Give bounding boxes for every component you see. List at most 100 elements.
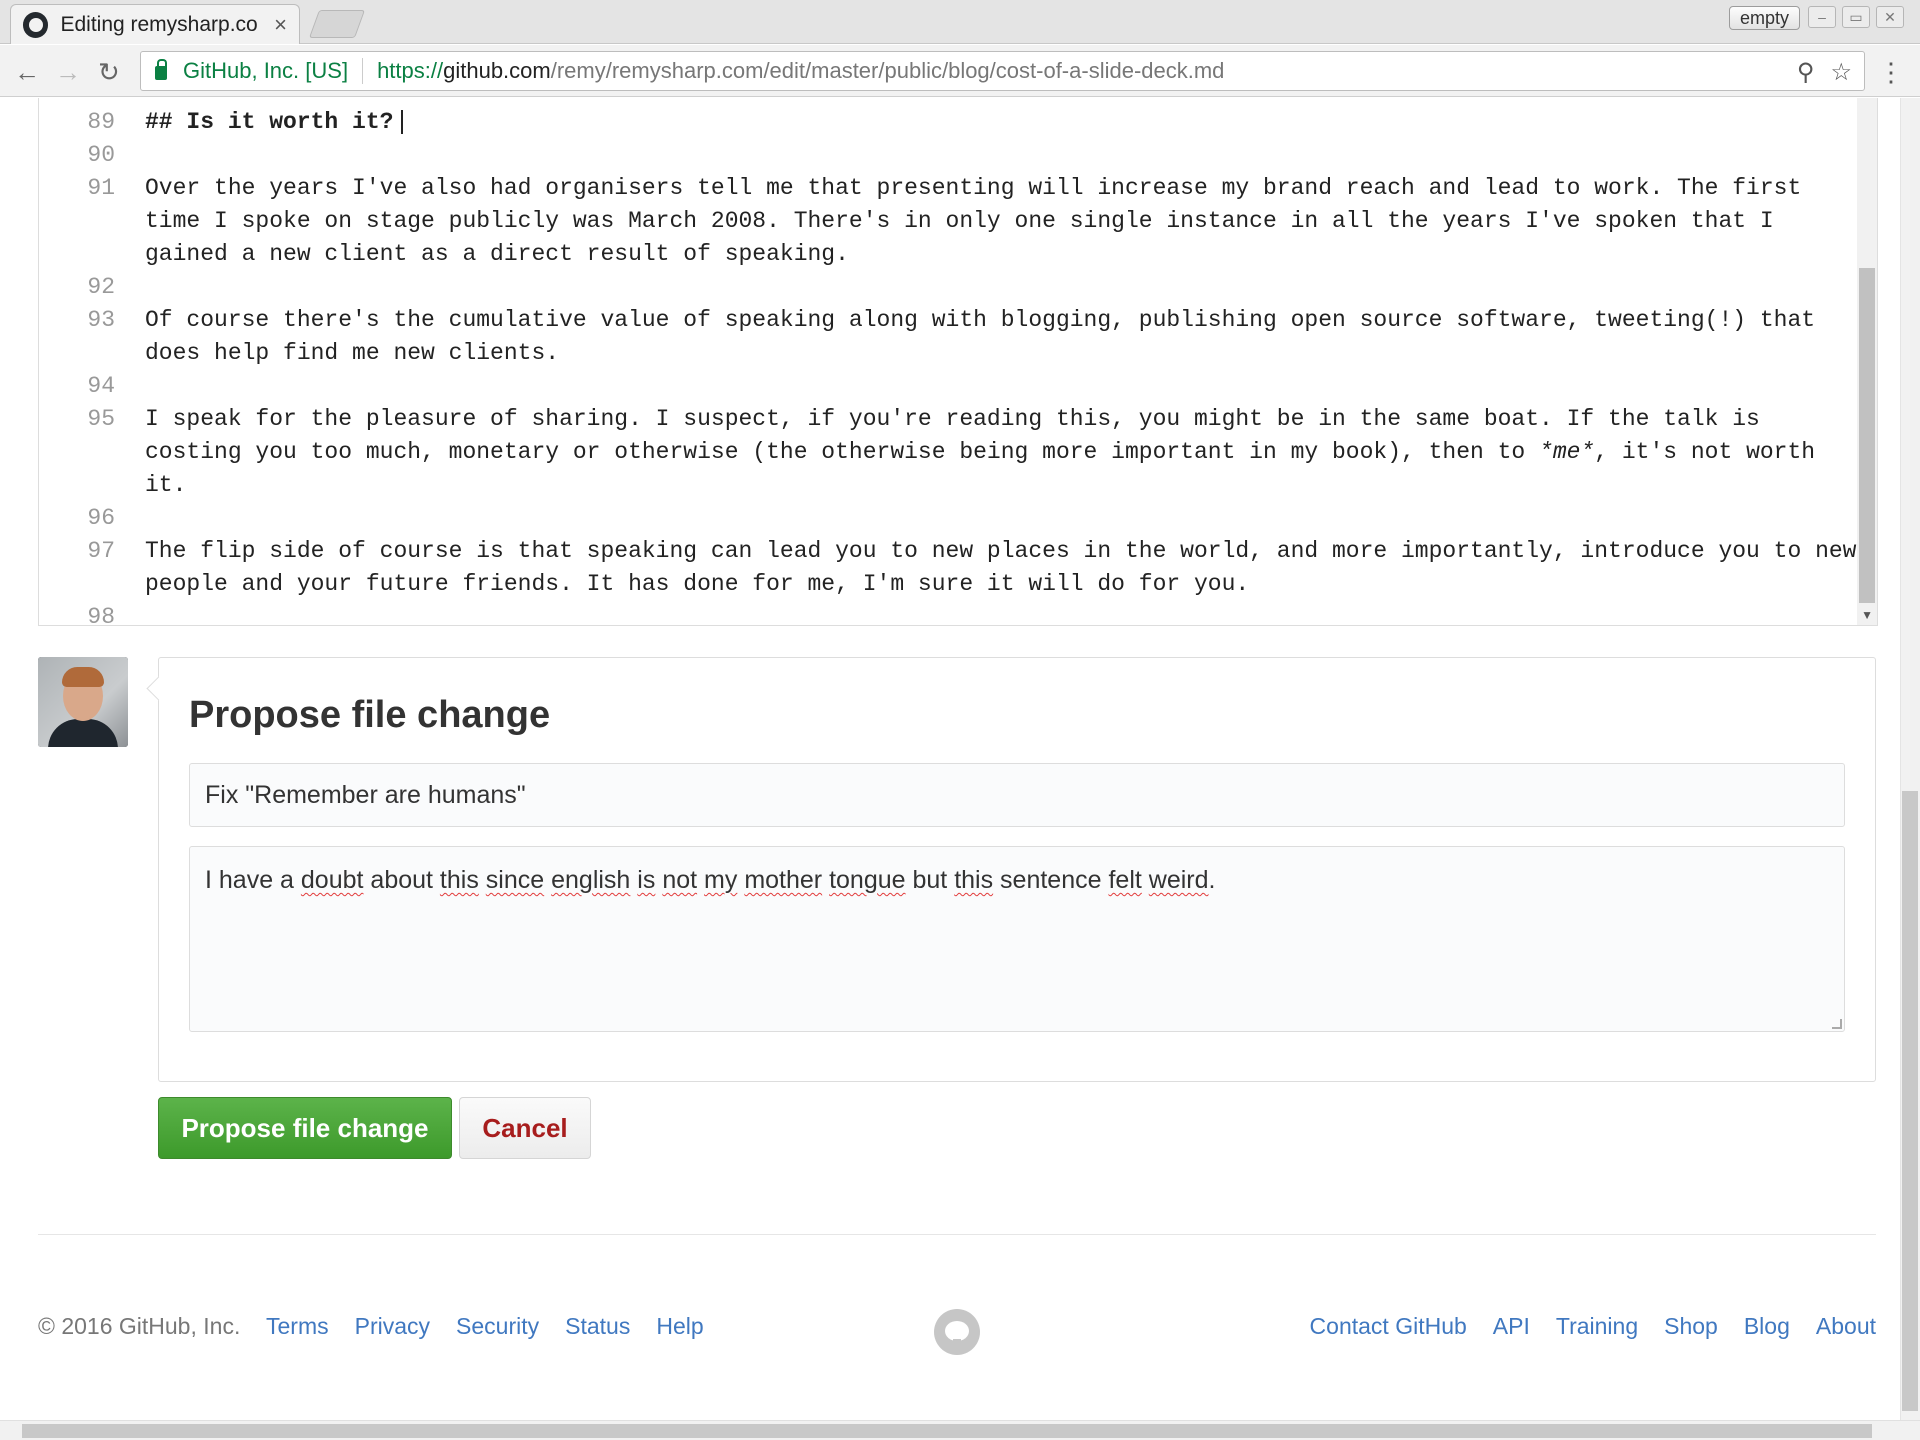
omnibox-divider xyxy=(362,58,364,84)
line-number: 94 xyxy=(87,373,115,399)
emphasis-text: *me* xyxy=(1539,439,1595,465)
forward-icon[interactable]: → xyxy=(55,57,81,88)
editor-line: 96 xyxy=(39,502,1877,535)
propose-change-form: Propose file change Fix "Remember are hu… xyxy=(158,657,1876,1082)
line-number: 90 xyxy=(87,142,115,168)
footer-link-shop[interactable]: Shop xyxy=(1664,1313,1718,1340)
editor-scroll-thumb[interactable] xyxy=(1859,268,1875,603)
spellcheck-word: english xyxy=(551,866,631,894)
profile-button[interactable]: empty xyxy=(1728,6,1800,30)
url-protocol: https:// xyxy=(377,58,444,83)
spellcheck-word: my xyxy=(704,866,738,894)
close-window-button[interactable]: ✕ xyxy=(1876,6,1904,28)
line-number: 97 xyxy=(87,538,115,564)
form-title: Propose file change xyxy=(189,694,551,736)
tab-close-icon[interactable]: × xyxy=(274,12,287,38)
editor-line: 95 I speak for the pleasure of sharing. … xyxy=(39,403,1877,502)
footer-link-status[interactable]: Status xyxy=(565,1313,630,1340)
browser-toolbar: ← → ↻ GitHub, Inc. [US] https:// github.… xyxy=(0,45,1920,97)
line-number: 93 xyxy=(87,307,115,333)
footer-link-contact[interactable]: Contact GitHub xyxy=(1310,1313,1467,1340)
star-icon[interactable]: ☆ xyxy=(1830,58,1852,87)
reload-icon[interactable]: ↻ xyxy=(98,57,120,88)
editor-line: 93 Of course there's the cumulative valu… xyxy=(39,304,1877,370)
horizontal-scrollbar[interactable] xyxy=(0,1420,1920,1440)
url-path: /remy/remysharp.com/edit/master/public/b… xyxy=(550,58,1225,83)
footer-link-api[interactable]: API xyxy=(1493,1313,1530,1340)
address-bar[interactable]: GitHub, Inc. [US] https:// github.com /r… xyxy=(140,51,1865,91)
footer-link-privacy[interactable]: Privacy xyxy=(355,1313,430,1340)
editor-line: 98 xyxy=(39,601,1877,626)
editor-line: 91 Over the years I've also had organise… xyxy=(39,172,1877,271)
line-text[interactable]: Over the years I've also had organisers … xyxy=(115,172,1865,271)
line-number: 89 xyxy=(87,109,115,135)
code-lines: 89 ## Is it worth it? 90 91 Over the yea… xyxy=(39,98,1877,626)
url-host: github.com xyxy=(443,58,551,83)
commit-description-textarea[interactable]: I have a doubt about this since english … xyxy=(189,846,1845,1032)
text-cursor xyxy=(401,109,404,134)
lock-icon xyxy=(155,59,167,80)
spellcheck-word: weird xyxy=(1148,866,1209,894)
menu-icon[interactable]: ⋮ xyxy=(1878,57,1904,88)
scroll-down-arrow-icon[interactable]: ▼ xyxy=(1861,608,1873,622)
footer-link-about[interactable]: About xyxy=(1816,1313,1876,1340)
page-scroll-thumb[interactable] xyxy=(1902,791,1918,1411)
line-number: 96 xyxy=(87,505,115,531)
spellcheck-word: not xyxy=(662,866,698,894)
new-tab-button[interactable] xyxy=(308,10,366,38)
footer-link-help[interactable]: Help xyxy=(656,1313,703,1340)
line-number: 98 xyxy=(87,604,115,626)
line-text[interactable] xyxy=(115,370,1865,403)
spellcheck-word: this xyxy=(954,866,994,894)
avatar[interactable] xyxy=(38,657,128,747)
editor-line: 97 The flip side of course is that speak… xyxy=(39,535,1877,601)
line-text[interactable]: ## Is it worth it? xyxy=(115,106,1865,139)
site-footer: © 2016 GitHub, Inc. Terms Privacy Securi… xyxy=(38,1309,1876,1355)
line-text[interactable]: Of course there's the cumulative value o… xyxy=(115,304,1865,370)
footer-link-security[interactable]: Security xyxy=(456,1313,539,1340)
footer-divider xyxy=(38,1234,1876,1235)
back-icon[interactable]: ← xyxy=(14,57,40,88)
line-text[interactable] xyxy=(115,502,1865,535)
footer-link-training[interactable]: Training xyxy=(1556,1313,1638,1340)
browser-tab[interactable]: Editing remysharp.co × xyxy=(10,4,300,44)
editor-line: 89 ## Is it worth it? xyxy=(39,106,1877,139)
spellcheck-word: since xyxy=(485,866,545,894)
line-text[interactable]: I speak for the pleasure of sharing. I s… xyxy=(115,403,1865,502)
line-number: 95 xyxy=(87,406,115,432)
spellcheck-word: tongue xyxy=(829,866,906,894)
spellcheck-word: this xyxy=(439,866,479,894)
minimize-button[interactable]: – xyxy=(1808,6,1836,28)
cancel-button[interactable]: Cancel xyxy=(459,1097,591,1159)
resize-handle-icon[interactable] xyxy=(1832,1019,1842,1029)
line-text[interactable] xyxy=(115,271,1865,304)
horizontal-scroll-thumb[interactable] xyxy=(22,1424,1872,1438)
editor-scrollbar[interactable]: ▼ xyxy=(1857,98,1877,625)
footer-links-left: Terms Privacy Security Status Help xyxy=(266,1313,704,1340)
code-editor[interactable]: 89 ## Is it worth it? 90 91 Over the yea… xyxy=(38,98,1878,626)
line-number: 92 xyxy=(87,274,115,300)
page-scrollbar[interactable] xyxy=(1900,98,1920,1420)
footer-link-terms[interactable]: Terms xyxy=(266,1313,329,1340)
footer-link-blog[interactable]: Blog xyxy=(1744,1313,1790,1340)
spellcheck-word: mother xyxy=(744,866,823,894)
spellcheck-word: felt xyxy=(1108,866,1142,894)
line-text[interactable]: The flip side of course is that speaking… xyxy=(115,535,1865,601)
github-logo-icon[interactable] xyxy=(934,1309,980,1355)
zoom-icon[interactable]: ⚲ xyxy=(1797,58,1815,87)
propose-file-change-button[interactable]: Propose file change xyxy=(158,1097,452,1159)
secure-origin-label: GitHub, Inc. [US] xyxy=(183,58,349,83)
editor-line: 92 xyxy=(39,271,1877,304)
tab-title: Editing remysharp.co xyxy=(60,12,258,36)
copyright-text: © 2016 GitHub, Inc. xyxy=(38,1313,241,1339)
editor-line: 90 xyxy=(39,139,1877,172)
browser-tab-bar: Editing remysharp.co × empty – ▭ ✕ xyxy=(0,0,1920,44)
commit-summary-input[interactable]: Fix "Remember are humans" xyxy=(189,763,1845,827)
maximize-button[interactable]: ▭ xyxy=(1842,6,1870,28)
spellcheck-word: is xyxy=(637,866,656,894)
github-favicon-icon xyxy=(23,11,49,38)
spellcheck-word: doubt xyxy=(300,866,364,894)
line-text[interactable] xyxy=(115,601,1865,625)
line-text[interactable] xyxy=(115,139,1865,172)
editor-line: 94 xyxy=(39,370,1877,403)
